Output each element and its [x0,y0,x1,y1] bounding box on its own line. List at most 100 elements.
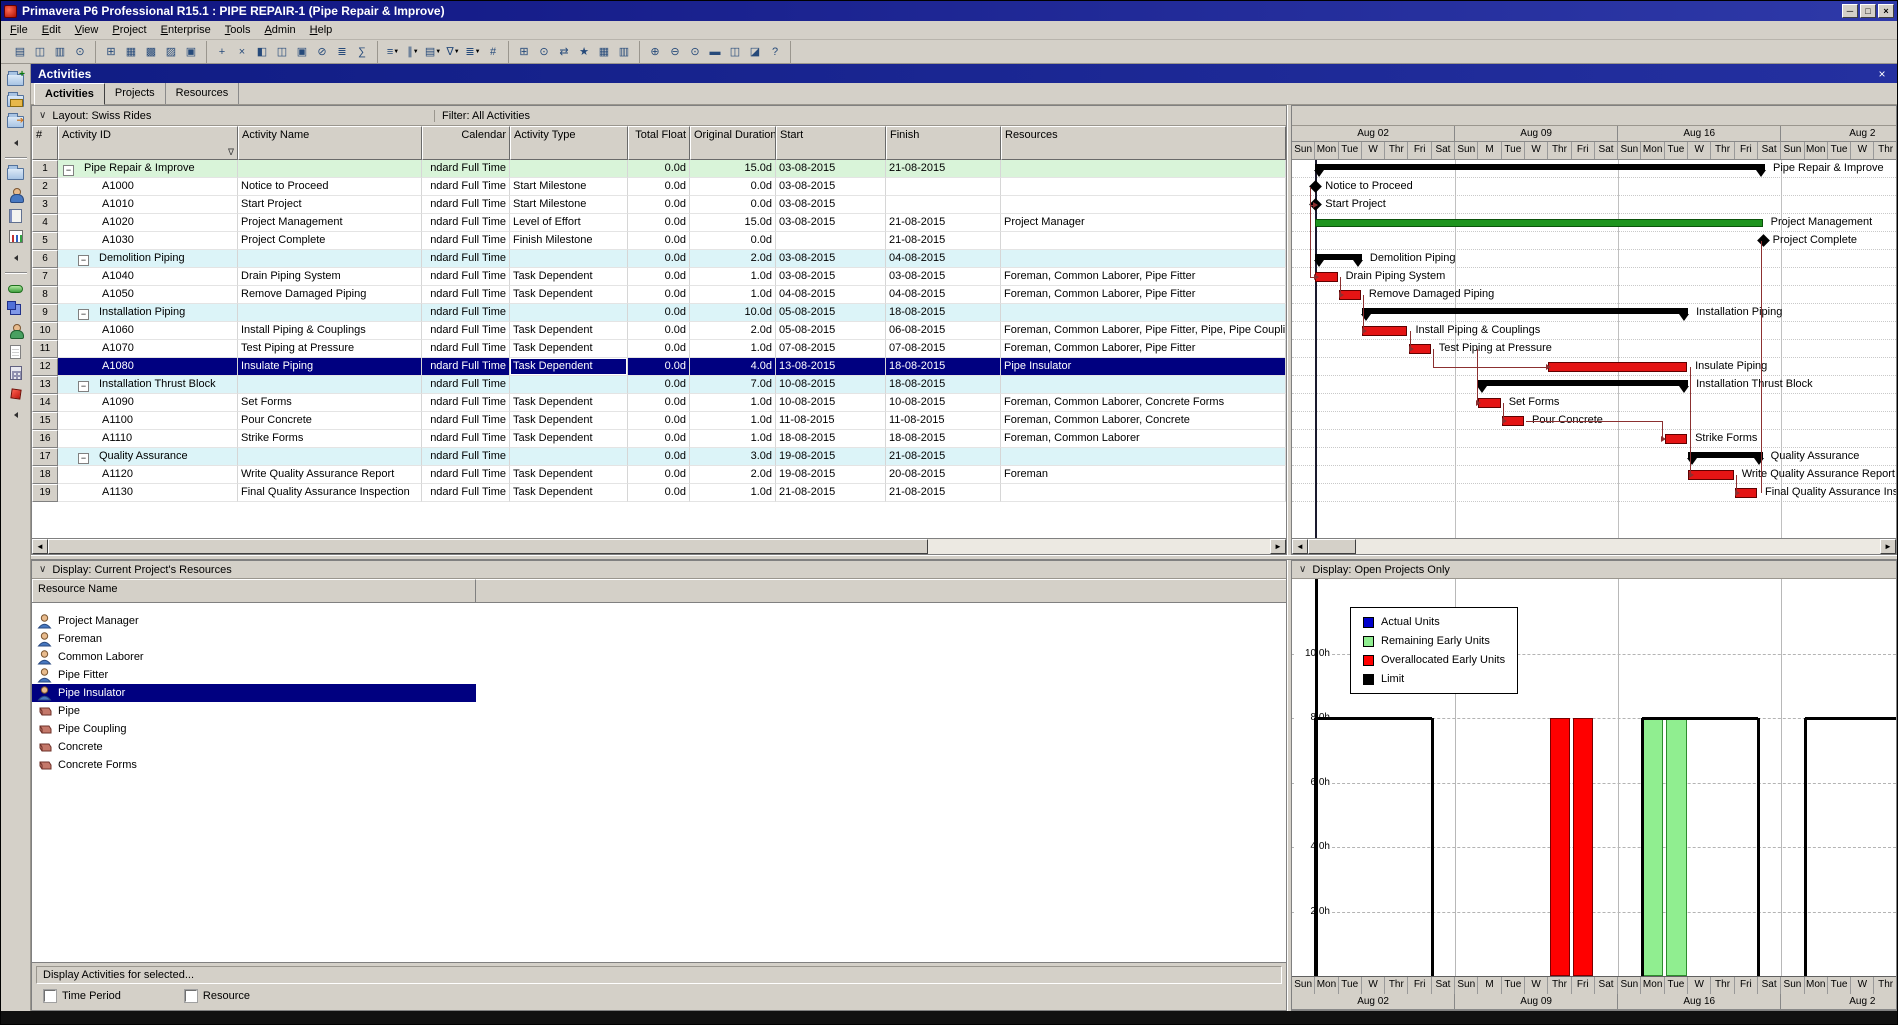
view-close-icon[interactable]: × [1874,67,1890,81]
cell-start[interactable]: 19-08-2015 [776,466,886,484]
cell-resources[interactable] [1001,196,1286,214]
row-number[interactable]: 14 [32,394,58,412]
projects-icon[interactable] [4,163,28,184]
table-row-a1010[interactable]: 3 A1010 Start Project ndard Full Time Start … [32,196,1286,214]
gantt-task-bar[interactable] [1548,362,1688,372]
cell-resources[interactable] [1001,304,1286,322]
cell-original-duration[interactable]: 1.0d [690,268,776,286]
cell-calendar[interactable]: ndard Full Time [422,232,510,250]
cell-resources[interactable]: Foreman, Common Laborer, Concrete [1001,412,1286,430]
close-button[interactable]: × [1878,4,1894,18]
cell-finish[interactable]: 18-08-2015 [886,358,1001,376]
gantt-task-bar[interactable] [1361,326,1408,336]
cell-start[interactable]: 03-08-2015 [776,178,886,196]
cell-start[interactable]: 10-08-2015 [776,394,886,412]
cell-resources[interactable] [1001,232,1286,250]
cell-activity-type[interactable]: Start Milestone [510,196,628,214]
cell-total-float[interactable]: 0.0d [628,376,690,394]
checkbox-box[interactable] [183,989,198,1003]
print-preview-icon[interactable]: ◫ [30,42,50,61]
menu-enterprise[interactable]: Enterprise [154,22,218,38]
cell-finish[interactable] [886,196,1001,214]
resource-item-pipe-fitter[interactable]: Pipe Fitter [32,666,1286,684]
cell-activity-name[interactable]: Install Piping & Couplings [238,322,422,340]
cell-start[interactable] [776,232,886,250]
cell-activity-type[interactable] [510,376,628,394]
cell-activity-type[interactable] [510,250,628,268]
cell-total-float[interactable]: 0.0d [628,484,690,502]
menu-help[interactable]: Help [303,22,340,38]
wbs-window-icon[interactable]: ▨ [161,42,181,61]
cell-finish[interactable]: 10-08-2015 [886,394,1001,412]
cell-finish[interactable]: 21-08-2015 [886,160,1001,178]
layout-chevron-icon[interactable]: ∨ [39,110,46,122]
column-header-original-duration[interactable]: Original Duration [690,126,776,160]
row-number[interactable]: 3 [32,196,58,214]
cell-activity-name[interactable] [238,448,422,466]
assignments-icon[interactable] [4,320,28,341]
menu-edit[interactable]: Edit [35,22,68,38]
filters-icon[interactable]: ∇▼ [443,42,463,61]
cell-calendar[interactable]: ndard Full Time [422,304,510,322]
checkbox-time-period[interactable]: Time Period [43,989,121,1003]
cell-finish[interactable]: 21-08-2015 [886,448,1001,466]
row-number[interactable]: 13 [32,376,58,394]
cell-finish[interactable]: 04-08-2015 [886,286,1001,304]
cell-calendar[interactable]: ndard Full Time [422,268,510,286]
bars-icon-dropdown[interactable]: ▼ [393,49,399,55]
cell-finish[interactable]: 07-08-2015 [886,340,1001,358]
row-number[interactable]: 5 [32,232,58,250]
cut-icon[interactable]: ◧ [252,42,272,61]
row-number[interactable]: 16 [32,430,58,448]
cell-activity-name[interactable]: Project Management [238,214,422,232]
cell-calendar[interactable]: ndard Full Time [422,250,510,268]
cell-start[interactable]: 03-08-2015 [776,196,886,214]
cell-calendar[interactable]: ndard Full Time [422,214,510,232]
activities-window-icon[interactable]: ⊞ [101,42,121,61]
column-header-resources[interactable]: Resources [1001,126,1286,160]
cell-activity-id[interactable]: A1040 [58,268,238,286]
menu-tools[interactable]: Tools [218,22,258,38]
gantt-task-bar[interactable] [1688,470,1734,480]
table-row-a1080[interactable]: 12 A1080 Insulate Piping ndard Full Time Tas… [32,358,1286,376]
cell-finish[interactable]: 18-08-2015 [886,304,1001,322]
cell-activity-type[interactable]: Task Dependent [510,358,628,376]
cell-activity-type[interactable] [510,304,628,322]
cell-activity-id[interactable]: − Demolition Piping [58,250,238,268]
cell-activity-type[interactable]: Task Dependent [510,340,628,358]
cell-start[interactable]: 05-08-2015 [776,322,886,340]
table-row-a1110[interactable]: 16 A1110 Strike Forms ndard Full Time Task D… [32,430,1286,448]
cell-calendar[interactable]: ndard Full Time [422,376,510,394]
page-setup-icon[interactable]: ▥ [50,42,70,61]
scroll-track[interactable] [48,539,1270,554]
cell-calendar[interactable]: ndard Full Time [422,394,510,412]
add-icon[interactable]: + [212,42,232,61]
menu-project[interactable]: Project [105,22,153,38]
gantt-summary-bar[interactable] [1361,308,1689,314]
cell-original-duration[interactable]: 2.0d [690,466,776,484]
cell-total-float[interactable]: 0.0d [628,466,690,484]
cell-resources[interactable] [1001,178,1286,196]
risks-icon[interactable] [4,383,28,404]
cell-activity-id[interactable]: A1090 [58,394,238,412]
zoom-in-icon[interactable]: ⊕ [645,42,665,61]
cell-total-float[interactable]: 0.0d [628,268,690,286]
cell-activity-name[interactable] [238,376,422,394]
resources-window-icon[interactable]: ▩ [141,42,161,61]
bars-icon[interactable]: ≡▼ [383,42,403,61]
resource-name-column-header[interactable]: Resource Name [32,579,476,602]
bookmark-icon[interactable]: ◪ [745,42,765,61]
cell-activity-type[interactable] [510,448,628,466]
progress-spotlight-icon[interactable]: ★ [574,42,594,61]
cell-activity-id[interactable]: − Installation Piping [58,304,238,322]
cell-activity-id[interactable]: A1030 [58,232,238,250]
cell-start[interactable]: 03-08-2015 [776,214,886,232]
row-number[interactable]: 9 [32,304,58,322]
table-row-a1130[interactable]: 19 A1130 Final Quality Assurance Inspectio… [32,484,1286,502]
cell-finish[interactable]: 21-08-2015 [886,484,1001,502]
cell-original-duration[interactable]: 7.0d [690,376,776,394]
cell-total-float[interactable]: 0.0d [628,160,690,178]
cell-start[interactable]: 05-08-2015 [776,304,886,322]
table-row-group-17[interactable]: 17− Quality Assurance ndard Full Time 0.0d 3… [32,448,1286,466]
cell-start[interactable]: 10-08-2015 [776,376,886,394]
